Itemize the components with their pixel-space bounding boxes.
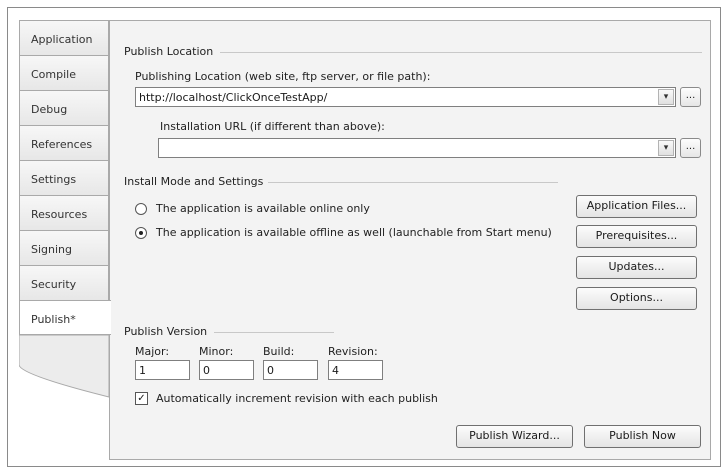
tab-references[interactable]: References — [19, 125, 109, 160]
offline-label[interactable]: The application is available offline as … — [156, 226, 552, 239]
auto-increment-label[interactable]: Automatically increment revision with ea… — [156, 392, 438, 405]
tab-settings[interactable]: Settings — [19, 160, 109, 195]
tab-label: Publish* — [31, 313, 76, 326]
revision-label: Revision: — [328, 345, 378, 358]
publish-version-title: Publish Version — [124, 325, 208, 338]
tab-label: Application — [31, 33, 93, 46]
tab-resources[interactable]: Resources — [19, 195, 109, 230]
online-only-label[interactable]: The application is available online only — [156, 202, 370, 215]
tab-security[interactable]: Security — [19, 265, 109, 300]
major-input[interactable]: 1 — [135, 360, 190, 380]
browse-installation-button[interactable]: ... — [680, 138, 701, 158]
group-divider — [220, 52, 702, 53]
chevron-down-icon[interactable]: ▾ — [658, 89, 674, 105]
publish-now-button[interactable]: Publish Now — [584, 425, 701, 448]
application-files-button[interactable]: Application Files... — [576, 195, 697, 218]
tab-compile[interactable]: Compile — [19, 55, 109, 90]
tab-signing[interactable]: Signing — [19, 230, 109, 265]
online-only-radio[interactable] — [135, 203, 147, 215]
tab-strip-tail — [19, 335, 109, 398]
property-tabs: Application Compile Debug References Set… — [19, 20, 111, 460]
chevron-down-icon[interactable]: ▾ — [658, 140, 674, 156]
group-divider — [214, 332, 334, 333]
installation-url-label: Installation URL (if different than abov… — [160, 120, 385, 133]
publishing-location-value: http://localhost/ClickOnceTestApp/ — [139, 91, 328, 104]
publish-panel: Publish Location Publishing Location (we… — [109, 20, 711, 460]
build-label: Build: — [263, 345, 295, 358]
tab-label: Security — [31, 278, 77, 291]
offline-radio[interactable] — [135, 227, 147, 239]
prerequisites-button[interactable]: Prerequisites... — [576, 225, 697, 248]
publishing-location-label: Publishing Location (web site, ftp serve… — [135, 70, 431, 83]
tab-label: Resources — [31, 208, 88, 221]
tab-label: References — [31, 138, 93, 151]
tab-label: Compile — [31, 68, 76, 81]
auto-increment-checkbox[interactable]: ✓ — [135, 392, 148, 405]
group-divider — [268, 182, 558, 183]
installation-url-combo[interactable]: ▾ — [158, 138, 676, 158]
revision-input[interactable]: 4 — [328, 360, 383, 380]
minor-input[interactable]: 0 — [199, 360, 254, 380]
install-mode-title: Install Mode and Settings — [124, 175, 264, 188]
tab-application[interactable]: Application — [19, 20, 109, 55]
options-button[interactable]: Options... — [576, 287, 697, 310]
tab-label: Signing — [31, 243, 73, 256]
publishing-location-combo[interactable]: http://localhost/ClickOnceTestApp/ ▾ — [135, 87, 676, 107]
tab-label: Settings — [31, 173, 77, 186]
radio-selected-dot — [139, 231, 143, 235]
major-label: Major: — [135, 345, 170, 358]
check-icon: ✓ — [137, 393, 146, 404]
browse-publishing-button[interactable]: ... — [680, 87, 701, 107]
tab-label: Debug — [31, 103, 68, 116]
updates-button[interactable]: Updates... — [576, 256, 697, 279]
tab-publish[interactable]: Publish* — [19, 300, 111, 335]
publish-wizard-button[interactable]: Publish Wizard... — [456, 425, 573, 448]
build-input[interactable]: 0 — [263, 360, 318, 380]
minor-label: Minor: — [199, 345, 234, 358]
tab-debug[interactable]: Debug — [19, 90, 109, 125]
publish-location-title: Publish Location — [124, 45, 214, 58]
